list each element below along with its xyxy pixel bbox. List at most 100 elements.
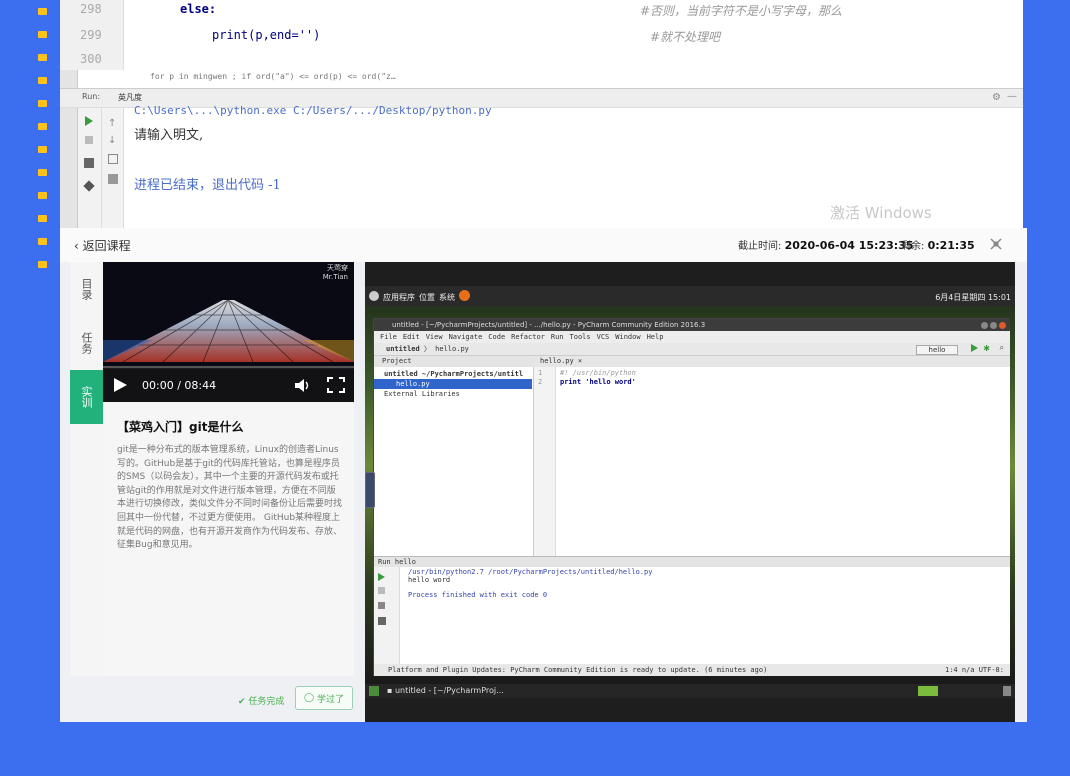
rerun-icon[interactable] [378,573,385,581]
crumb-project[interactable]: untitled [386,345,420,353]
menu-navigate[interactable]: Navigate [449,333,483,341]
line-number: 298 [80,2,102,16]
nav-item-practice[interactable]: 实训 [70,370,103,424]
remaining-value: 0:21:35 [927,239,975,252]
fullscreen-icon[interactable] [327,377,345,393]
menu-bar: File Edit View Navigate Code Refactor Run Tools… [374,331,1010,343]
desktop-taskbar: ▪ untitled - [~/PycharmProj... [365,684,1015,698]
collapse-icon[interactable] [990,238,1002,250]
line-number: 2 [538,378,543,386]
background-ide-window: 298 299 300 else: print(p,end='') #否则，当前… [60,0,1023,228]
gear-icon[interactable]: ⚙ [992,92,1001,103]
run-icon[interactable] [971,344,978,352]
output-prompt: 请输入明文, [134,128,204,143]
debug-icon[interactable]: ✱ [983,344,990,353]
run-output-line: /usr/bin/python2.7 /root/PycharmProjects… [408,568,653,576]
dump-icon[interactable] [84,158,94,168]
menu-view[interactable]: View [426,333,443,341]
menu-help[interactable]: Help [647,333,664,341]
nav-breadcrumb: untitled 〉 hello.py [374,343,1010,356]
back-link[interactable]: ‹ 返回课程 [74,237,131,254]
code-line: else: [180,2,217,16]
menu-vcs[interactable]: VCS [597,333,610,341]
learned-button[interactable]: ◯ 学过了 [295,686,353,710]
menu-system[interactable]: 系统 [439,292,455,303]
menu-refactor[interactable]: Refactor [511,333,545,341]
learned-label: 学过了 [316,694,344,705]
deadline-value: 2020-06-04 15:23:35 [784,239,914,252]
wrap-icon[interactable] [108,154,118,164]
run-icon[interactable] [85,116,93,126]
tree-item[interactable]: hello.py [374,379,532,389]
panel-drag-handle[interactable] [365,472,375,508]
run-tools-secondary: ↑ ↓ [102,108,124,228]
menu-window[interactable]: Window [615,333,640,341]
taskbar-window-item[interactable]: ▪ untitled - [~/PycharmProj... [387,684,504,698]
stop-icon[interactable] [85,136,93,144]
run-pane: Run hello /usr/bin/python2.7 /root/Pycha… [374,556,1010,665]
run-tab[interactable]: 英凡度 [118,92,142,103]
search-icon[interactable]: ⌕ [1000,343,1004,353]
menu-applications[interactable]: 应用程序 [383,292,415,303]
video-player[interactable]: 天莺穿 Mr.Tian 00:00 / 08:44 [103,262,354,402]
minimize-icon[interactable] [980,322,988,329]
project-header[interactable]: Project [374,356,534,367]
code-editor[interactable]: hello.py × 1 2 #! /usr/bin/python print … [534,356,1010,556]
menu-run[interactable]: Run [551,333,564,341]
course-content: 天莺穿 Mr.Tian 00:00 / 08:44 【菜鸡入门】git是什么 g… [103,262,354,676]
nav-label: 目录 [80,278,93,300]
output-exit: 进程已结束，退出代码 -1 [134,178,281,193]
down-icon[interactable]: ↓ [108,135,123,146]
run-tools [78,108,102,228]
tree-item[interactable]: untitled ~/PycharmProjects/untitl [374,369,532,379]
crumb-file[interactable]: hello.py [435,345,469,353]
top-bar: ‹ 返回课程 截止时间: 2020-06-04 15:23:35 剩余: 0:2… [60,228,1027,262]
taskbar-window-label: untitled - [~/PycharmProj... [394,686,504,695]
maximize-icon[interactable] [989,322,997,329]
tree-item[interactable]: External Libraries [374,389,532,399]
play-icon[interactable] [113,378,127,392]
status-bar: Platform and Plugin Updates: PyCharm Com… [374,664,1010,676]
run-header: Run hello [374,557,1010,567]
pycharm-window: untitled - [~/PycharmProjects/untitled] … [373,318,1010,676]
menu-places[interactable]: 位置 [419,292,435,303]
windows-watermark: 激活 Windows [830,204,932,222]
minimize-icon[interactable]: — [1007,91,1017,102]
up-icon[interactable]: ↑ [108,118,123,129]
trash-icon[interactable] [1003,686,1011,696]
workspace-switcher[interactable] [918,686,938,696]
menu-file[interactable]: File [380,333,397,341]
window-titlebar: untitled - [~/PycharmProjects/untitled] … [374,319,1010,331]
nav-item-task[interactable]: 任务 [70,316,103,370]
stop-icon[interactable] [378,587,385,594]
menu-code[interactable]: Code [488,333,505,341]
code-line: #! /usr/bin/python [560,369,636,377]
scroll-icon[interactable] [108,174,118,184]
line-number: 299 [80,28,102,42]
show-desktop-icon[interactable] [369,686,379,696]
editor-tab-label: hello.py [540,357,574,365]
window-title: untitled - [~/PycharmProjects/untitled] … [392,321,706,329]
pin-icon[interactable] [83,180,95,192]
run-config-select[interactable]: hello [916,345,958,355]
menu-tools[interactable]: Tools [570,333,591,341]
line-number: 1 [538,369,543,377]
remote-desktop[interactable]: 应用程序 位置 系统 6月4日星期四 15:01 untitled - [~/P… [365,262,1015,722]
project-panel: Project untitled ~/PycharmProjects/untit… [374,356,534,556]
code-line: print(p,end='') [212,28,321,42]
code-comment: #否则，当前字符不是小写字母，那么 [640,4,843,18]
code-line: print 'hello word' [560,378,636,386]
code-breadcrumb: for p in mingwen ; if ord("a") <= ord(p)… [150,72,396,81]
nav-item-catalog[interactable]: 目录 [70,262,103,316]
close-icon[interactable] [999,322,1006,329]
back-label: 返回课程 [82,239,131,253]
editor-tab[interactable]: hello.py × [534,356,1010,367]
firefox-icon[interactable] [459,290,470,301]
pause-icon[interactable] [378,602,385,609]
settings-icon[interactable] [378,617,386,625]
volume-icon[interactable] [295,379,309,392]
deadline: 截止时间: 2020-06-04 15:23:35 [738,237,913,252]
system-menu-icon[interactable] [369,291,379,301]
menu-edit[interactable]: Edit [403,333,420,341]
run-label: Run: [82,92,101,101]
